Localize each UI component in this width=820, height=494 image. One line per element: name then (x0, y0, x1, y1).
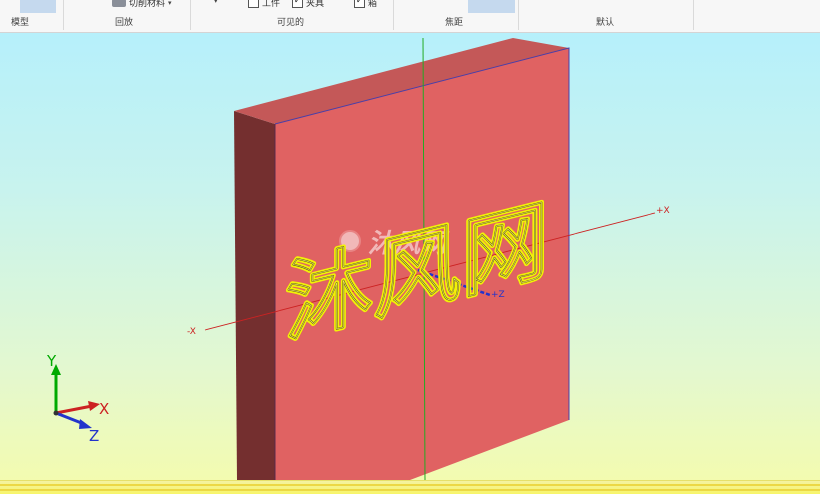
block-side-face (234, 111, 275, 480)
ribbon-toolbar: 切削材料 ▾ ▾ 工件 夹具 箱 模型 回放 可见的 焦距 默认 (0, 0, 820, 33)
group-separator (190, 0, 191, 30)
status-strip-line (0, 489, 820, 491)
workpiece-checkbox-box[interactable] (248, 0, 259, 8)
workpiece-checkbox[interactable]: 工件 (248, 0, 280, 9)
fixture-checkbox-box[interactable] (292, 0, 303, 8)
x-axis-negative-label: -X (187, 327, 196, 337)
cut-material-icon (112, 0, 126, 7)
3d-viewport[interactable]: +X -X +Z 沐风网 沐风网 沐风网 沐风网 Y X Z (0, 33, 820, 480)
third-checkbox-box[interactable] (354, 0, 365, 8)
workpiece-label: 工件 (262, 0, 281, 9)
group-separator (393, 0, 394, 30)
focus-thumbnail[interactable] (468, 0, 515, 13)
third-checkbox[interactable]: 箱 (354, 0, 377, 9)
bottom-status-strip (0, 480, 820, 494)
scene-canvas[interactable]: +X -X +Z 沐风网 沐风网 沐风网 沐风网 Y X Z (0, 33, 820, 480)
x-axis-positive-label: +X (656, 206, 670, 216)
triad-x-axis (55, 404, 93, 415)
fixture-checkbox[interactable]: 夹具 (292, 0, 324, 9)
orientation-triad[interactable]: Y X Z (46, 352, 109, 445)
status-strip-line (0, 484, 820, 486)
cut-material-dropdown[interactable]: 切削材料 ▾ (112, 0, 172, 9)
triad-z-label: Z (89, 427, 99, 445)
third-checkbox-label: 箱 (368, 0, 378, 9)
group-separator (63, 0, 64, 30)
cut-material-label: 切削材料 (129, 0, 166, 9)
group-label-visible: 可见的 (277, 18, 305, 28)
group-separator (518, 0, 519, 30)
group-separator (693, 0, 694, 30)
triad-x-label: X (99, 400, 109, 418)
group-label-model: 模型 (11, 18, 30, 28)
fixture-label: 夹具 (306, 0, 325, 9)
chevron-down-icon: ▾ (168, 0, 172, 7)
chevron-down-icon: ▾ (214, 0, 218, 5)
group-label-focus: 焦距 (445, 18, 464, 28)
triad-y-label: Y (46, 352, 57, 370)
triad-origin (53, 410, 59, 416)
group-label-replay: 回放 (115, 18, 134, 28)
model-thumbnail[interactable] (20, 0, 56, 13)
replay-dropdown-arrow[interactable]: ▾ (214, 0, 218, 5)
group-label-default: 默认 (596, 18, 615, 28)
